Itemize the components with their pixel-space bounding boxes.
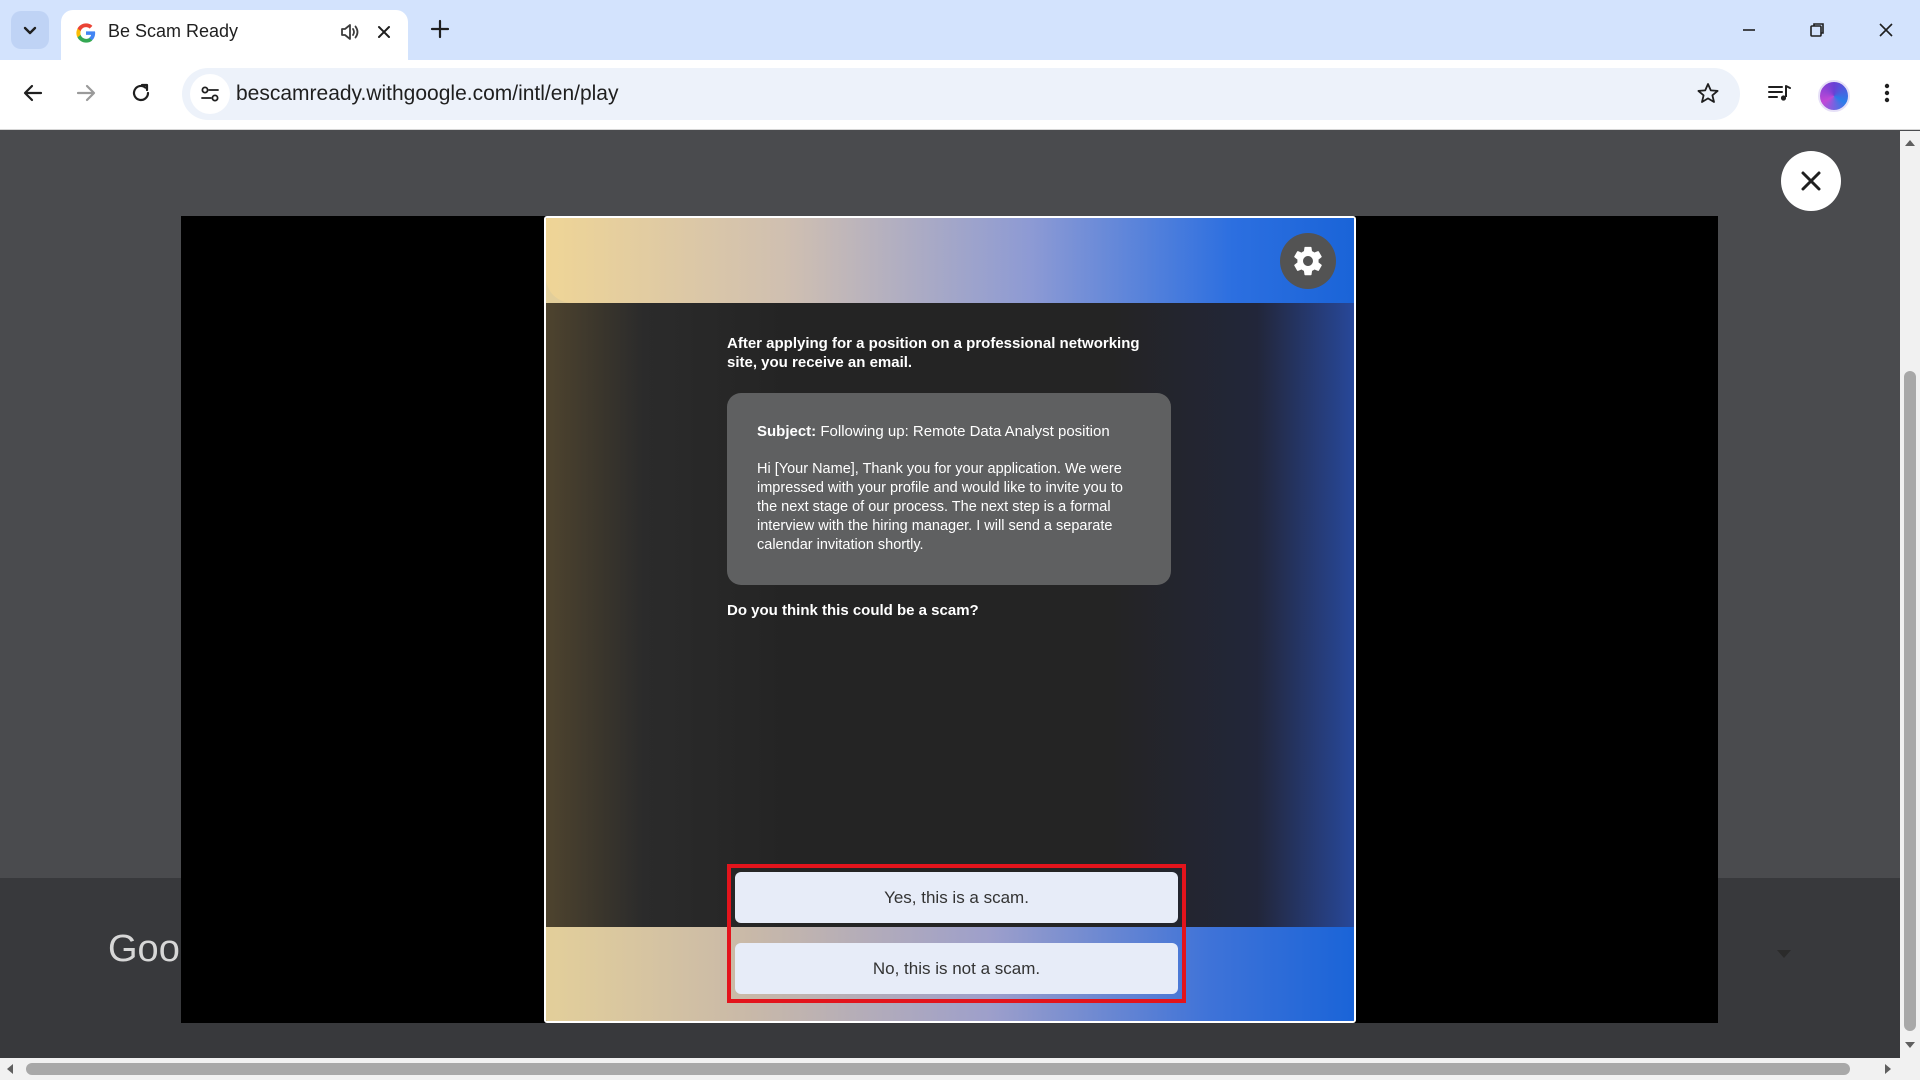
url-text[interactable]: bescamready.withgoogle.com/intl/en/play xyxy=(236,82,618,106)
media-control-icon xyxy=(1768,85,1791,101)
game-header xyxy=(546,218,1354,303)
kebab-menu-icon xyxy=(1884,83,1890,103)
scenario-prompt: After applying for a position on a profe… xyxy=(727,335,1140,371)
back-icon xyxy=(23,84,43,102)
caret-down-icon[interactable] xyxy=(1775,948,1793,960)
chevron-down-icon xyxy=(23,26,37,35)
email-subject-label: Subject: xyxy=(757,423,817,440)
answer-not-scam-button[interactable]: No, this is not a scam. xyxy=(735,943,1178,994)
browser-toolbar: bescamready.withgoogle.com/intl/en/play xyxy=(0,60,1920,130)
reload-button[interactable] xyxy=(122,74,160,112)
vertical-scroll-thumb[interactable] xyxy=(1904,371,1916,1031)
horizontal-scroll-thumb[interactable] xyxy=(26,1063,1850,1075)
minimize-icon xyxy=(1743,29,1755,31)
settings-button[interactable] xyxy=(1280,233,1336,289)
horizontal-scrollbar[interactable] xyxy=(0,1058,1920,1080)
email-subject-text: Following up: Remote Data Analyst positi… xyxy=(820,423,1110,440)
scroll-down-arrow-icon[interactable] xyxy=(1904,1039,1916,1051)
minimize-button[interactable] xyxy=(1726,12,1772,48)
reload-icon xyxy=(132,83,150,102)
back-button[interactable] xyxy=(14,74,52,112)
answer-yes-scam-button[interactable]: Yes, this is a scam. xyxy=(735,872,1178,923)
close-icon xyxy=(1879,23,1893,37)
forward-button[interactable] xyxy=(67,74,105,112)
media-control-button[interactable] xyxy=(1762,76,1796,110)
close-overlay-button[interactable] xyxy=(1781,151,1841,211)
email-body: Hi [Your Name], Thank you for your appli… xyxy=(757,461,1123,553)
audio-icon[interactable] xyxy=(337,19,363,45)
close-tab-icon[interactable] xyxy=(371,19,397,45)
restore-icon xyxy=(1810,23,1824,37)
site-info-button[interactable] xyxy=(190,74,230,114)
close-icon xyxy=(1801,171,1821,191)
tab-search-button[interactable] xyxy=(11,11,49,49)
answer-options-highlight: Yes, this is a scam. No, this is not a s… xyxy=(727,864,1186,1003)
profile-avatar[interactable] xyxy=(1818,80,1850,112)
scam-question: Do you think this could be a scam? xyxy=(727,602,979,619)
plus-icon[interactable] xyxy=(425,14,455,44)
active-tab[interactable]: Be Scam Ready xyxy=(61,10,408,60)
scam-game: After applying for a position on a profe… xyxy=(544,216,1356,1023)
scroll-left-arrow-icon[interactable] xyxy=(4,1063,16,1075)
browser-menu-button[interactable] xyxy=(1870,76,1904,110)
scroll-up-arrow-icon[interactable] xyxy=(1904,137,1916,149)
vertical-scrollbar[interactable] xyxy=(1900,131,1920,1058)
forward-icon xyxy=(76,84,96,102)
email-subject: Subject: Following up: Remote Data Analy… xyxy=(757,423,1110,440)
star-icon[interactable] xyxy=(1694,80,1722,108)
tab-title: Be Scam Ready xyxy=(108,21,239,41)
close-window-button[interactable] xyxy=(1863,12,1909,48)
address-bar[interactable]: bescamready.withgoogle.com/intl/en/play xyxy=(182,68,1740,120)
tab-strip: Be Scam Ready xyxy=(0,0,1920,60)
gear-icon xyxy=(1294,246,1322,276)
site-settings-icon xyxy=(201,86,219,102)
restore-button[interactable] xyxy=(1794,12,1840,48)
google-favicon xyxy=(76,23,96,43)
scroll-right-arrow-icon[interactable] xyxy=(1882,1063,1894,1075)
email-card: Subject: Following up: Remote Data Analy… xyxy=(727,393,1171,585)
